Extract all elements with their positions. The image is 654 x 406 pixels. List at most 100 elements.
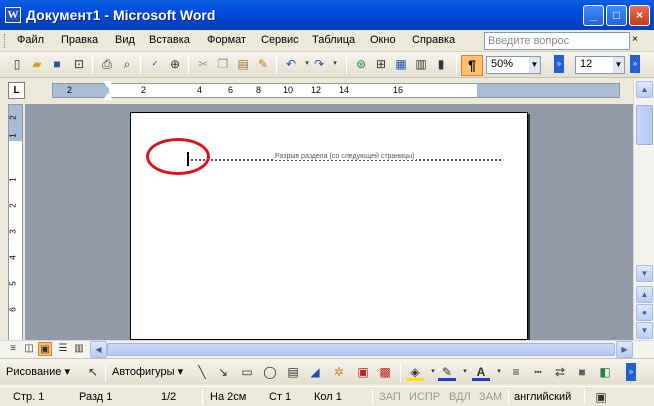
vertical-scroll-thumb[interactable]: [636, 105, 653, 145]
menu-file[interactable]: Файл: [17, 34, 44, 46]
vertical-ruler[interactable]: 2 1 1 2 3 4 5 6: [8, 104, 23, 341]
arrow-style-icon[interactable]: ⇄: [551, 363, 569, 381]
menu-grip-icon[interactable]: [4, 34, 7, 48]
status-track-changes[interactable]: ИСПР: [406, 390, 443, 406]
vruler-number: 2: [8, 203, 18, 208]
spelling-icon[interactable]: ✓: [146, 55, 164, 73]
scroll-left-icon[interactable]: ◀: [90, 341, 107, 358]
select-objects-icon[interactable]: ↖: [84, 363, 102, 381]
line-tool-icon[interactable]: ╲: [193, 363, 211, 381]
print-preview-icon[interactable]: ⌕: [118, 55, 136, 73]
format-painter-icon[interactable]: ✎: [254, 55, 272, 73]
menu-window[interactable]: Окно: [370, 34, 396, 46]
zoom-dropdown-icon[interactable]: ▼: [529, 57, 540, 73]
reading-layout-view-icon[interactable]: ▥: [72, 342, 86, 356]
menu-tools[interactable]: Сервис: [261, 34, 299, 46]
toolbar-options-icon[interactable]: »: [554, 55, 564, 73]
vertical-scrollbar[interactable]: ▲ ▼ ▲ ● ▼: [633, 79, 654, 340]
section-break-label: Разрыв раздела (со следующей страницы): [273, 153, 417, 160]
clip-art-icon[interactable]: ▣: [354, 363, 372, 381]
paste-icon[interactable]: ▤: [234, 55, 252, 73]
close-document-icon[interactable]: ×: [632, 34, 638, 45]
status-record-macro[interactable]: ЗАП: [376, 390, 404, 406]
status-extend-selection[interactable]: ВДЛ: [446, 390, 474, 406]
hyperlink-icon[interactable]: ⊛: [352, 55, 370, 73]
save-icon[interactable]: ■: [48, 55, 66, 73]
status-separator: [372, 389, 373, 405]
vruler-number: 2: [8, 115, 18, 120]
autoshapes-menu-button[interactable]: Автофигуры ▾: [112, 365, 183, 378]
right-indent-marker[interactable]: [414, 88, 424, 96]
columns-icon[interactable]: ▮: [432, 55, 450, 73]
tables-borders-icon[interactable]: ⊞: [372, 55, 390, 73]
status-page: Стр. 1: [13, 391, 45, 403]
rectangle-tool-icon[interactable]: ▭: [238, 363, 256, 381]
formatting-options-icon[interactable]: »: [630, 55, 640, 73]
left-indent-marker[interactable]: [103, 93, 113, 100]
highlight-circle: [146, 138, 210, 175]
maximize-button[interactable]: □: [606, 5, 627, 26]
first-line-indent-marker[interactable]: [103, 81, 113, 88]
web-layout-view-icon[interactable]: ◫: [22, 342, 36, 356]
research-icon[interactable]: ⊕: [166, 55, 184, 73]
font-size-dropdown-icon[interactable]: ▼: [613, 57, 624, 73]
scroll-right-icon[interactable]: ▶: [616, 341, 633, 358]
spelling-status-icon[interactable]: ▣: [592, 388, 610, 406]
drawing-menu-button[interactable]: Рисование ▾: [6, 365, 70, 378]
new-document-icon[interactable]: ▯: [8, 55, 26, 73]
scroll-up-icon[interactable]: ▲: [636, 81, 653, 98]
permission-icon[interactable]: ⊡: [70, 55, 88, 73]
menu-edit[interactable]: Правка: [61, 34, 98, 46]
ruler-number: 10: [283, 85, 294, 95]
menu-table[interactable]: Таблица: [312, 34, 355, 46]
insert-picture-icon[interactable]: ▩: [376, 363, 394, 381]
scroll-down-icon[interactable]: ▼: [636, 265, 653, 282]
arrow-tool-icon[interactable]: ↘: [214, 363, 232, 381]
cut-icon[interactable]: ✂: [194, 55, 212, 73]
open-folder-icon[interactable]: ▰: [28, 55, 46, 73]
browse-object-icon[interactable]: ●: [636, 304, 653, 321]
standard-toolbar: ▯ ▰ ■ ⊡ ⎙ ⌕ ✓ ⊕ ✂ ❐ ▤ ✎ ↶ ▾ ↷ ▾ ⊛ ⊞ ▦ ▥ …: [0, 52, 654, 78]
line-style-icon[interactable]: ≡: [507, 363, 525, 381]
redo-dropdown-icon[interactable]: ▾: [326, 55, 344, 73]
drawing-options-icon[interactable]: »: [626, 363, 636, 381]
previous-page-icon[interactable]: ▲: [636, 286, 653, 303]
next-page-icon[interactable]: ▼: [636, 322, 653, 339]
shadow-style-icon[interactable]: ■: [573, 363, 591, 381]
font-color-icon[interactable]: A: [472, 363, 490, 381]
close-button[interactable]: ×: [629, 5, 650, 26]
status-line: Ст 1: [269, 391, 292, 403]
wordart-icon[interactable]: ◢: [306, 363, 324, 381]
outline-view-icon[interactable]: ☰: [56, 342, 70, 356]
status-overtype[interactable]: ЗАМ: [476, 390, 505, 406]
text-box-icon[interactable]: ▤: [284, 363, 302, 381]
diagram-icon[interactable]: ✲: [330, 363, 348, 381]
menu-view[interactable]: Вид: [115, 34, 135, 46]
print-layout-view-icon[interactable]: ▣: [38, 342, 52, 356]
copy-icon[interactable]: ❐: [214, 55, 232, 73]
status-language[interactable]: английский: [511, 390, 574, 406]
menu-format[interactable]: Формат: [207, 34, 246, 46]
menu-help[interactable]: Справка: [412, 34, 455, 46]
help-search-input[interactable]: Введите вопрос: [484, 32, 630, 50]
print-icon[interactable]: ⎙: [98, 55, 116, 73]
font-color-dropdown-icon[interactable]: ▾: [490, 363, 508, 381]
3d-style-icon[interactable]: ◧: [596, 363, 614, 381]
status-separator: [508, 389, 509, 405]
insert-excel-icon[interactable]: ▥: [412, 55, 430, 73]
word-app-icon[interactable]: W: [5, 7, 21, 23]
dash-style-icon[interactable]: ┅: [529, 363, 547, 381]
minimize-button[interactable]: _: [583, 5, 604, 26]
oval-tool-icon[interactable]: ◯: [261, 363, 279, 381]
fill-color-icon[interactable]: ◈: [406, 363, 424, 381]
menu-insert[interactable]: Вставка: [149, 34, 190, 46]
insert-table-icon[interactable]: ▦: [392, 55, 410, 73]
horizontal-scroll-thumb[interactable]: [107, 343, 615, 356]
normal-view-icon[interactable]: ≡: [6, 342, 20, 356]
horizontal-ruler[interactable]: 2 2 4 6 8 10 12 14 16: [52, 83, 620, 98]
show-formatting-toggle[interactable]: ¶: [461, 55, 483, 76]
vruler-number: 6: [8, 307, 18, 312]
tab-selector-icon[interactable]: L: [8, 82, 25, 99]
line-color-icon[interactable]: ✎: [438, 363, 456, 381]
vruler-number: 1: [8, 133, 18, 138]
